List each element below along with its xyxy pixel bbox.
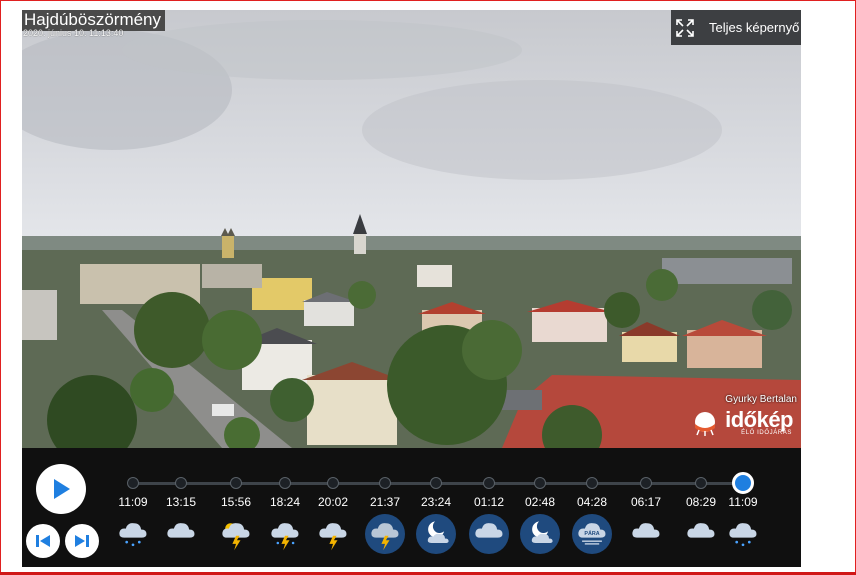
weather-frame-button[interactable]	[520, 514, 560, 554]
timeline-dot[interactable]	[640, 477, 652, 489]
thunderstorm-rain-icon	[271, 523, 299, 551]
moon-cloud-icon	[427, 521, 449, 543]
timeline-time-label: 11:09	[728, 495, 758, 509]
webcam-scene	[22, 10, 801, 448]
timeline-dot[interactable]	[327, 477, 339, 489]
weather-frame-button[interactable]	[723, 514, 763, 554]
moon-cloud-icon	[531, 521, 553, 543]
timeline-time-label: 23:24	[420, 495, 452, 509]
weather-frame-button[interactable]	[626, 514, 666, 554]
timelapse-player: 11:09 13:15 15:56 18:24 20:02 21:37 23:24 01:12…	[22, 448, 801, 567]
logo-tagline: ÉLŐ IDŐJÁRÁS	[741, 430, 792, 436]
timeline-dot[interactable]	[379, 477, 391, 489]
timeline-time-label: 18:24	[269, 495, 301, 509]
timeline-time-label: 04:28	[576, 495, 608, 509]
cloud-icon	[167, 523, 195, 538]
timeline-time-label: 11:09	[118, 495, 148, 509]
weather-frame-button[interactable]	[216, 514, 256, 554]
thunderstorm-icon	[319, 523, 347, 551]
thunderstorm-night-icon	[371, 523, 399, 551]
timeline-time-label: 02:48	[524, 495, 556, 509]
webcam-image: Hajdúböszörmény 2020. június 10. 11:13:4…	[22, 10, 801, 448]
timeline-time-label: 13:15	[165, 495, 197, 509]
skip-next-icon	[75, 535, 89, 547]
timeline-dot[interactable]	[732, 472, 754, 494]
timeline-dot[interactable]	[534, 477, 546, 489]
timeline-time-label: 21:37	[369, 495, 401, 509]
weather-frame-button[interactable]	[365, 514, 405, 554]
sun-cloud-storm-icon	[222, 523, 250, 551]
timeline-dot[interactable]	[127, 477, 139, 489]
idokep-logo: időkép ÉLŐ IDŐJÁRÁS	[693, 407, 793, 436]
weather-frame-button[interactable]: PÁRA	[572, 514, 612, 554]
weather-frame-button[interactable]	[313, 514, 353, 554]
timeline-dot[interactable]	[230, 477, 242, 489]
timeline-dot[interactable]	[695, 477, 707, 489]
cloud-icon	[632, 523, 660, 538]
rain-cloud-icon	[729, 523, 757, 547]
timeline-dot[interactable]	[279, 477, 291, 489]
mist-label: PÁRA	[584, 530, 599, 537]
weather-frame-button[interactable]	[681, 514, 721, 554]
rain-cloud-icon	[119, 523, 147, 547]
timeline-time-label: 06:17	[630, 495, 662, 509]
weather-frame-button[interactable]	[416, 514, 456, 554]
mist-icon: PÁRA	[578, 523, 606, 545]
timeline-dot[interactable]	[175, 477, 187, 489]
timeline-dot[interactable]	[586, 477, 598, 489]
play-icon	[54, 479, 70, 499]
skip-forward-button[interactable]	[65, 524, 99, 558]
timeline-time-label: 20:02	[317, 495, 349, 509]
cloud-night-icon	[475, 523, 503, 538]
timeline-time-label: 15:56	[220, 495, 252, 509]
weather-frame-button[interactable]	[469, 514, 509, 554]
logo-brand-text: időkép	[725, 407, 793, 432]
weather-frame-button[interactable]	[161, 514, 201, 554]
weather-frame-button[interactable]	[113, 514, 153, 554]
cloud-icon	[687, 523, 715, 538]
logo-sun-icon	[695, 412, 716, 436]
play-button[interactable]	[36, 464, 86, 514]
photo-credit: Gyurky Bertalan	[725, 394, 797, 405]
skip-back-button[interactable]	[26, 524, 60, 558]
weather-frame-button[interactable]	[265, 514, 305, 554]
fullscreen-icon	[676, 18, 694, 37]
timeline-time-label: 01:12	[473, 495, 505, 509]
fullscreen-button[interactable]: Teljes képernyő	[671, 10, 801, 45]
fullscreen-label: Teljes képernyő	[709, 20, 800, 35]
timeline-dot[interactable]	[430, 477, 442, 489]
skip-previous-icon	[36, 535, 50, 547]
camera-timestamp: 2020. június 10. 11:13:40	[23, 28, 124, 38]
timeline-dot[interactable]	[483, 477, 495, 489]
